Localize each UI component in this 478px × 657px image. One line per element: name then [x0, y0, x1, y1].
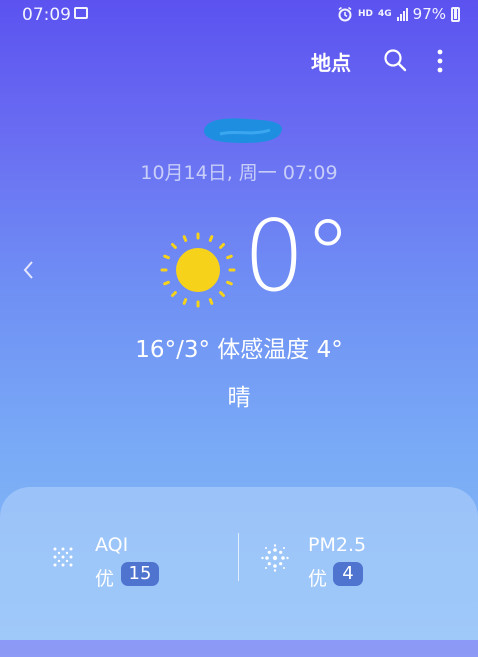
- sun-icon: [160, 232, 236, 308]
- current-temperature: 0°: [243, 200, 352, 314]
- aqi-label: AQI: [95, 534, 129, 556]
- battery-percent: 97%: [412, 5, 446, 23]
- weather-condition: 晴: [227, 385, 251, 411]
- network-label: 4G: [378, 9, 392, 19]
- aqi-dots-icon: [53, 547, 73, 567]
- pm25-grade: 优: [308, 568, 328, 590]
- date-time: 10月14日, 周一 07:09: [140, 162, 338, 184]
- battery-icon: [451, 6, 460, 22]
- gallery-icon: [74, 7, 88, 19]
- temp-range-feels-like: 16°/3° 体感温度 4°: [135, 337, 343, 363]
- card-divider: [238, 533, 239, 581]
- aqi-grade: 优: [95, 568, 115, 590]
- signal-icon: [396, 7, 408, 21]
- pm25-label: PM2.5: [308, 534, 367, 556]
- status-time: 07:09: [22, 5, 71, 25]
- status-bar: 07:09 HD 4G 97%: [0, 0, 478, 30]
- alarm-icon: [338, 6, 352, 22]
- air-quality-card[interactable]: [0, 487, 478, 657]
- location-button[interactable]: 地点: [311, 47, 351, 76]
- chevron-left-icon[interactable]: [22, 258, 34, 286]
- status-right: HD 4G 97%: [337, 5, 460, 23]
- pm25-value-badge: 4: [333, 562, 363, 586]
- pm25-dots-icon: [261, 544, 289, 572]
- aqi-value-badge: 15: [121, 562, 159, 586]
- search-icon[interactable]: [383, 48, 407, 72]
- hd-label: HD: [357, 9, 373, 19]
- location-name-redacted: [204, 118, 282, 144]
- more-vert-icon[interactable]: [433, 48, 447, 74]
